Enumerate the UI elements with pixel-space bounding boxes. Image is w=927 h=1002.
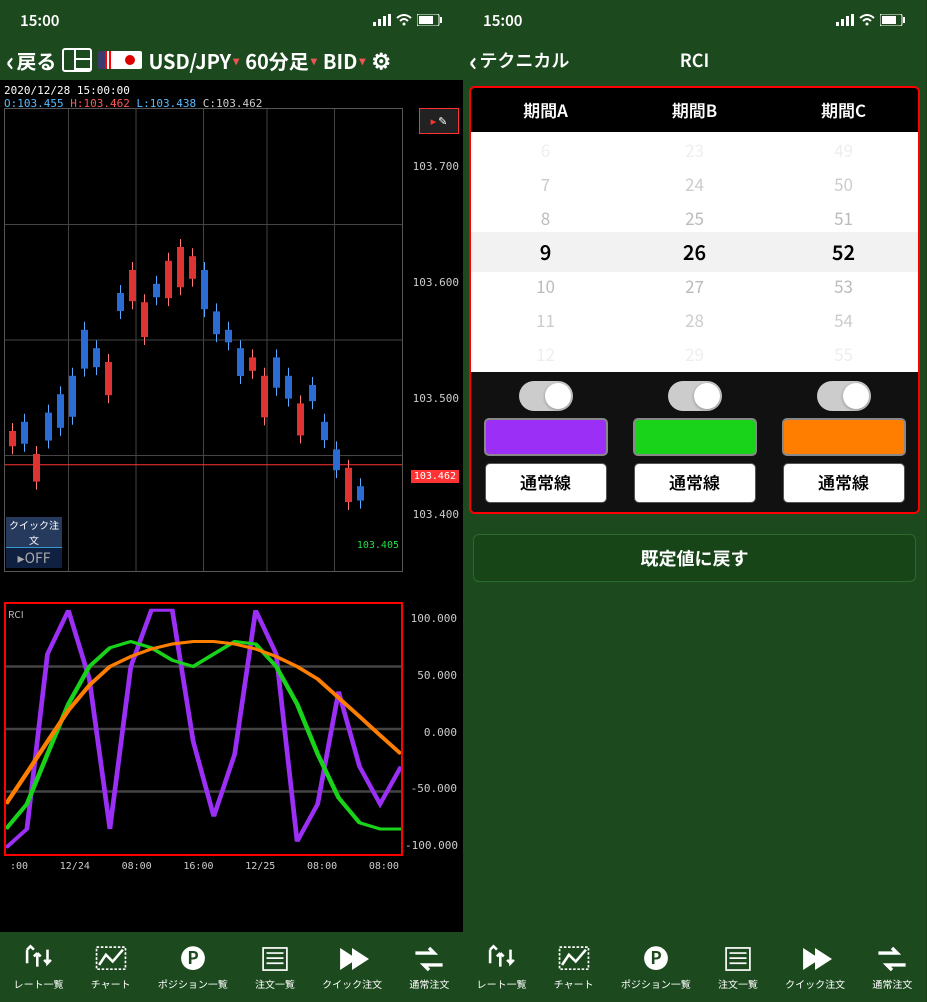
bottom-nav: レート一覧 チャート Pポジション一覧 注文一覧 クイック注文 通常注文 (0, 932, 463, 1002)
tab-chart[interactable]: チャート (554, 944, 594, 991)
series-controls: 通常線 通常線 通常線 (471, 372, 918, 512)
column-headers: 期間A 期間B 期間C (471, 88, 918, 132)
tab-normal[interactable]: 通常注文 (872, 944, 912, 991)
status-bar: 15:00 (463, 0, 926, 40)
linetype-a[interactable]: 通常線 (485, 463, 607, 503)
status-icons (836, 14, 906, 26)
ohlc-readout: 2020/12/28 15:00:00 O:103.455 H:103.462 … (4, 84, 262, 110)
status-icons (373, 14, 443, 26)
timeframe-dropdown[interactable]: 60分足 (245, 46, 317, 75)
battery-icon (880, 14, 906, 26)
last-price-marker: 103.462 (411, 470, 459, 483)
linetype-b[interactable]: 通常線 (634, 463, 756, 503)
signal-icon (373, 14, 391, 26)
price-axis: 103.700103.600103.500103.400 (405, 108, 459, 572)
chart-area: 2020/12/28 15:00:00 O:103.455 H:103.462 … (0, 80, 463, 932)
back-button[interactable]: ‹ テクニカル (469, 42, 569, 79)
settings-title: RCI (680, 47, 710, 73)
col-c: 期間C (769, 88, 918, 132)
reset-button[interactable]: 既定値に戻す (473, 534, 916, 582)
quick-order-toggle[interactable]: クイック注文 ▸OFF (6, 517, 62, 568)
toggle-c[interactable] (817, 381, 871, 411)
tab-positions[interactable]: Pポジション一覧 (158, 944, 228, 991)
svg-text:P: P (187, 944, 198, 969)
rci-settings-panel: 期間A 期間B 期間C 6 7 8 9 10 11 12 23 24 25 26… (469, 86, 920, 514)
series-b: 通常線 (620, 372, 769, 512)
left-phone: 15:00 ‹ 戻る USD/JPY 60分足 BID ⚙ 2020/12/28… (0, 0, 463, 1002)
col-b: 期間B (620, 88, 769, 132)
right-phone: 15:00 ‹ テクニカル RCI 期間A 期間B 期間C 6 7 8 9 10 (463, 0, 926, 1002)
signal-icon (836, 14, 854, 26)
series-a: 通常線 (471, 372, 620, 512)
flag-icons (98, 51, 142, 69)
back-label: 戻る (16, 46, 56, 75)
settings-header: ‹ テクニカル RCI (463, 40, 926, 80)
tab-normal[interactable]: 通常注文 (409, 944, 449, 991)
chevron-left-icon: ‹ (6, 42, 14, 79)
battery-icon (417, 14, 443, 26)
tab-rates[interactable]: レート一覧 (477, 944, 527, 991)
time-axis: :0012/2408:0016:0012/2508:0008:00 (10, 861, 399, 872)
status-bar: 15:00 (0, 0, 463, 40)
gear-icon[interactable]: ⚙ (371, 44, 391, 76)
low-marker: 103.405 (357, 540, 399, 551)
period-picker[interactable]: 6 7 8 9 10 11 12 23 24 25 26 27 28 29 49… (471, 132, 918, 372)
wifi-icon (396, 14, 412, 26)
clock: 15:00 (20, 10, 59, 31)
tab-chart[interactable]: チャート (91, 944, 131, 991)
tab-quick[interactable]: クイック注文 (322, 944, 382, 991)
toggle-a[interactable] (519, 381, 573, 411)
color-b[interactable] (633, 418, 757, 456)
tab-positions[interactable]: Pポジション一覧 (621, 944, 691, 991)
pair-dropdown[interactable]: USD/JPY (148, 46, 239, 75)
col-a: 期間A (471, 88, 620, 132)
tab-orders[interactable]: 注文一覧 (255, 944, 295, 991)
chart-header: ‹ 戻る USD/JPY 60分足 BID ⚙ (0, 40, 463, 80)
series-c: 通常線 (769, 372, 918, 512)
tab-quick[interactable]: クイック注文 (785, 944, 845, 991)
toggle-b[interactable] (668, 381, 722, 411)
pricetype-dropdown[interactable]: BID (323, 46, 366, 75)
color-a[interactable] (484, 418, 608, 456)
wifi-icon (859, 14, 875, 26)
rci-subchart[interactable]: RCI (4, 602, 403, 856)
linetype-c[interactable]: 通常線 (783, 463, 905, 503)
chevron-left-icon: ‹ (469, 42, 477, 79)
tab-orders[interactable]: 注文一覧 (718, 944, 758, 991)
clock: 15:00 (483, 10, 522, 31)
back-button[interactable]: ‹ 戻る (6, 42, 56, 79)
color-c[interactable] (782, 418, 906, 456)
back-label: テクニカル (479, 47, 569, 73)
svg-text:P: P (650, 944, 661, 969)
candlestick-chart[interactable] (4, 108, 403, 572)
bottom-nav: レート一覧 チャート Pポジション一覧 注文一覧 クイック注文 通常注文 (463, 932, 926, 1002)
layout-icon[interactable] (62, 48, 92, 72)
rci-axis: 100.00050.0000.000-50.000-100.000 (405, 612, 457, 852)
tab-rates[interactable]: レート一覧 (14, 944, 64, 991)
